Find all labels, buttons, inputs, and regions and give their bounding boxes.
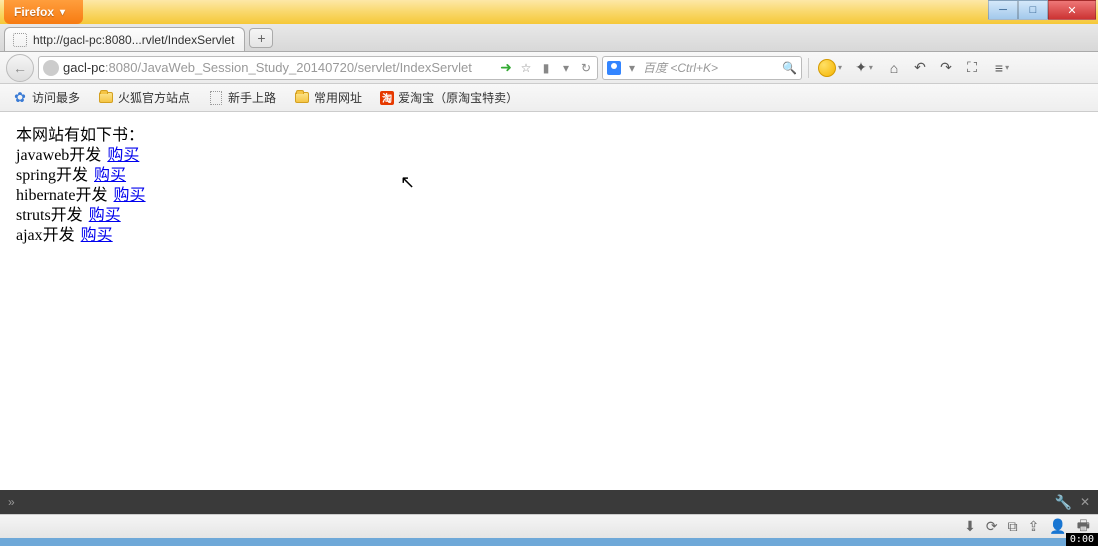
browser-tab[interactable]: http://gacl-pc:8080...rvlet/IndexServlet (4, 27, 245, 51)
search-engine-dropdown[interactable]: ▾ (625, 61, 639, 75)
wrench-icon[interactable]: 🔧 (1055, 494, 1072, 511)
site-identity-icon[interactable] (43, 60, 59, 76)
window-minimize-button[interactable]: ─ (988, 0, 1018, 20)
share-icon[interactable]: ⇪ (1028, 518, 1040, 535)
book-row: ajax开发 购买 (16, 226, 1082, 246)
undo-button[interactable]: ↶ (909, 57, 931, 79)
book-row: spring开发 购买 (16, 166, 1082, 186)
menu-list-button[interactable]: ≡ ▾ (987, 57, 1017, 79)
bookmark-filled-star-icon: ✦ (855, 59, 867, 76)
smiley-addon-button[interactable]: ▾ (815, 57, 845, 79)
window-titlebar: Firefox ─ □ ✕ (0, 0, 1098, 24)
url-bar[interactable]: gacl-pc:8080/JavaWeb_Session_Study_20140… (38, 56, 598, 80)
bookmarks-toolbar: ✿ 访问最多 火狐官方站点 新手上路 常用网址 淘 爱淘宝（原淘宝特卖） (0, 84, 1098, 112)
folder-icon (98, 90, 114, 106)
tab-title: http://gacl-pc:8080...rvlet/IndexServlet (33, 33, 234, 47)
window-close-button[interactable]: ✕ (1048, 0, 1096, 20)
status-bar: ⬇ ⟳ ⧉ ⇪ 👤 🖶 (0, 514, 1098, 538)
urlbar-actions: ➜ ☆ ▮ ▾ ↻ (499, 61, 593, 75)
url-path: /JavaWeb_Session_Study_20140720/servlet/… (137, 60, 471, 75)
book-name: spring开发 (16, 167, 88, 184)
bookmark-star-icon[interactable]: ☆ (519, 61, 533, 75)
url-text: gacl-pc:8080/JavaWeb_Session_Study_20140… (63, 60, 495, 75)
list-icon: ≡ (995, 60, 1003, 76)
star-icon: ✿ (12, 90, 28, 106)
chevron-down-icon: ▾ (869, 63, 873, 72)
page-heading: 本网站有如下书： (16, 126, 1082, 146)
go-icon[interactable]: ➜ (499, 61, 513, 75)
redo-button[interactable]: ↷ (935, 57, 957, 79)
buy-link[interactable]: 购买 (81, 227, 113, 244)
firefox-menu-label: Firefox (14, 5, 54, 19)
bookmark-most-visited[interactable]: ✿ 访问最多 (8, 87, 84, 108)
bookmark-label: 常用网址 (314, 89, 362, 106)
undo-icon: ↶ (914, 59, 926, 76)
bookmark-label: 新手上路 (228, 89, 276, 106)
screenshot-button[interactable]: ⛶ (961, 57, 983, 79)
window-controls: ─ □ ✕ (988, 0, 1096, 20)
bookmark-firefox-official[interactable]: 火狐官方站点 (94, 87, 194, 108)
book-name: javaweb开发 (16, 147, 101, 164)
crop-icon: ⛶ (967, 59, 977, 76)
smiley-icon (818, 59, 836, 77)
addon-expand-icon[interactable]: » (8, 495, 15, 509)
reader-icon[interactable]: ▮ (539, 61, 553, 75)
window-maximize-button[interactable]: □ (1018, 0, 1048, 20)
tab-favicon (13, 33, 27, 47)
search-go-icon[interactable]: 🔍 (782, 61, 797, 75)
url-port: :8080 (105, 60, 138, 75)
book-row: hibernate开发 购买 (16, 186, 1082, 206)
folder-icon (294, 90, 310, 106)
bookmark-label: 爱淘宝（原淘宝特卖） (398, 89, 518, 106)
addon-bar: » 🔧 ✕ (0, 490, 1098, 514)
redo-icon: ↷ (940, 59, 952, 76)
toolbar-separator (808, 58, 809, 78)
book-name: hibernate开发 (16, 187, 108, 204)
addonbar-close-icon[interactable]: ✕ (1080, 495, 1090, 509)
taobao-icon: 淘 (380, 91, 394, 105)
navigation-toolbar: ← gacl-pc:8080/JavaWeb_Session_Study_201… (0, 52, 1098, 84)
search-bar[interactable]: ▾ 百度 <Ctrl+K> 🔍 (602, 56, 802, 80)
back-button[interactable]: ← (6, 54, 34, 82)
sync-icon[interactable]: ⟳ (986, 518, 998, 535)
bookmarks-menu-button[interactable]: ✦ ▾ (849, 57, 879, 79)
chevron-down-icon: ▾ (838, 63, 842, 72)
layers-icon[interactable]: ⧉ (1008, 518, 1018, 535)
bookmark-itaobao[interactable]: 淘 爱淘宝（原淘宝特卖） (376, 87, 522, 108)
home-button[interactable]: ⌂ (883, 57, 905, 79)
book-row: struts开发 购买 (16, 206, 1082, 226)
url-host: gacl-pc (63, 60, 105, 75)
search-placeholder: 百度 <Ctrl+K> (643, 59, 778, 76)
book-row: javaweb开发 购买 (16, 146, 1082, 166)
book-name: struts开发 (16, 207, 83, 224)
baidu-engine-icon[interactable] (607, 61, 621, 75)
new-tab-button[interactable]: + (249, 28, 273, 48)
timer-badge: 0:00 (1066, 533, 1098, 546)
bookmark-label: 火狐官方站点 (118, 89, 190, 106)
firefox-app-menu[interactable]: Firefox (4, 0, 83, 24)
buy-link[interactable]: 购买 (94, 167, 126, 184)
reload-icon[interactable]: ↻ (579, 61, 593, 75)
tab-bar: http://gacl-pc:8080...rvlet/IndexServlet… (0, 24, 1098, 52)
url-dropdown-icon[interactable]: ▾ (559, 61, 573, 75)
book-name: ajax开发 (16, 227, 75, 244)
buy-link[interactable]: 购买 (89, 207, 121, 224)
download-icon[interactable]: ⬇ (964, 518, 976, 535)
page-icon (208, 90, 224, 106)
chevron-down-icon: ▾ (1005, 63, 1009, 72)
buy-link[interactable]: 购买 (107, 147, 139, 164)
buy-link[interactable]: 购买 (114, 187, 146, 204)
person-icon[interactable]: 👤 (1049, 518, 1066, 535)
bookmark-label: 访问最多 (32, 89, 80, 106)
page-content: 本网站有如下书： javaweb开发 购买 spring开发 购买 hibern… (0, 112, 1098, 490)
bookmark-newbie[interactable]: 新手上路 (204, 87, 280, 108)
home-icon: ⌂ (890, 60, 898, 76)
bookmark-common-sites[interactable]: 常用网址 (290, 87, 366, 108)
